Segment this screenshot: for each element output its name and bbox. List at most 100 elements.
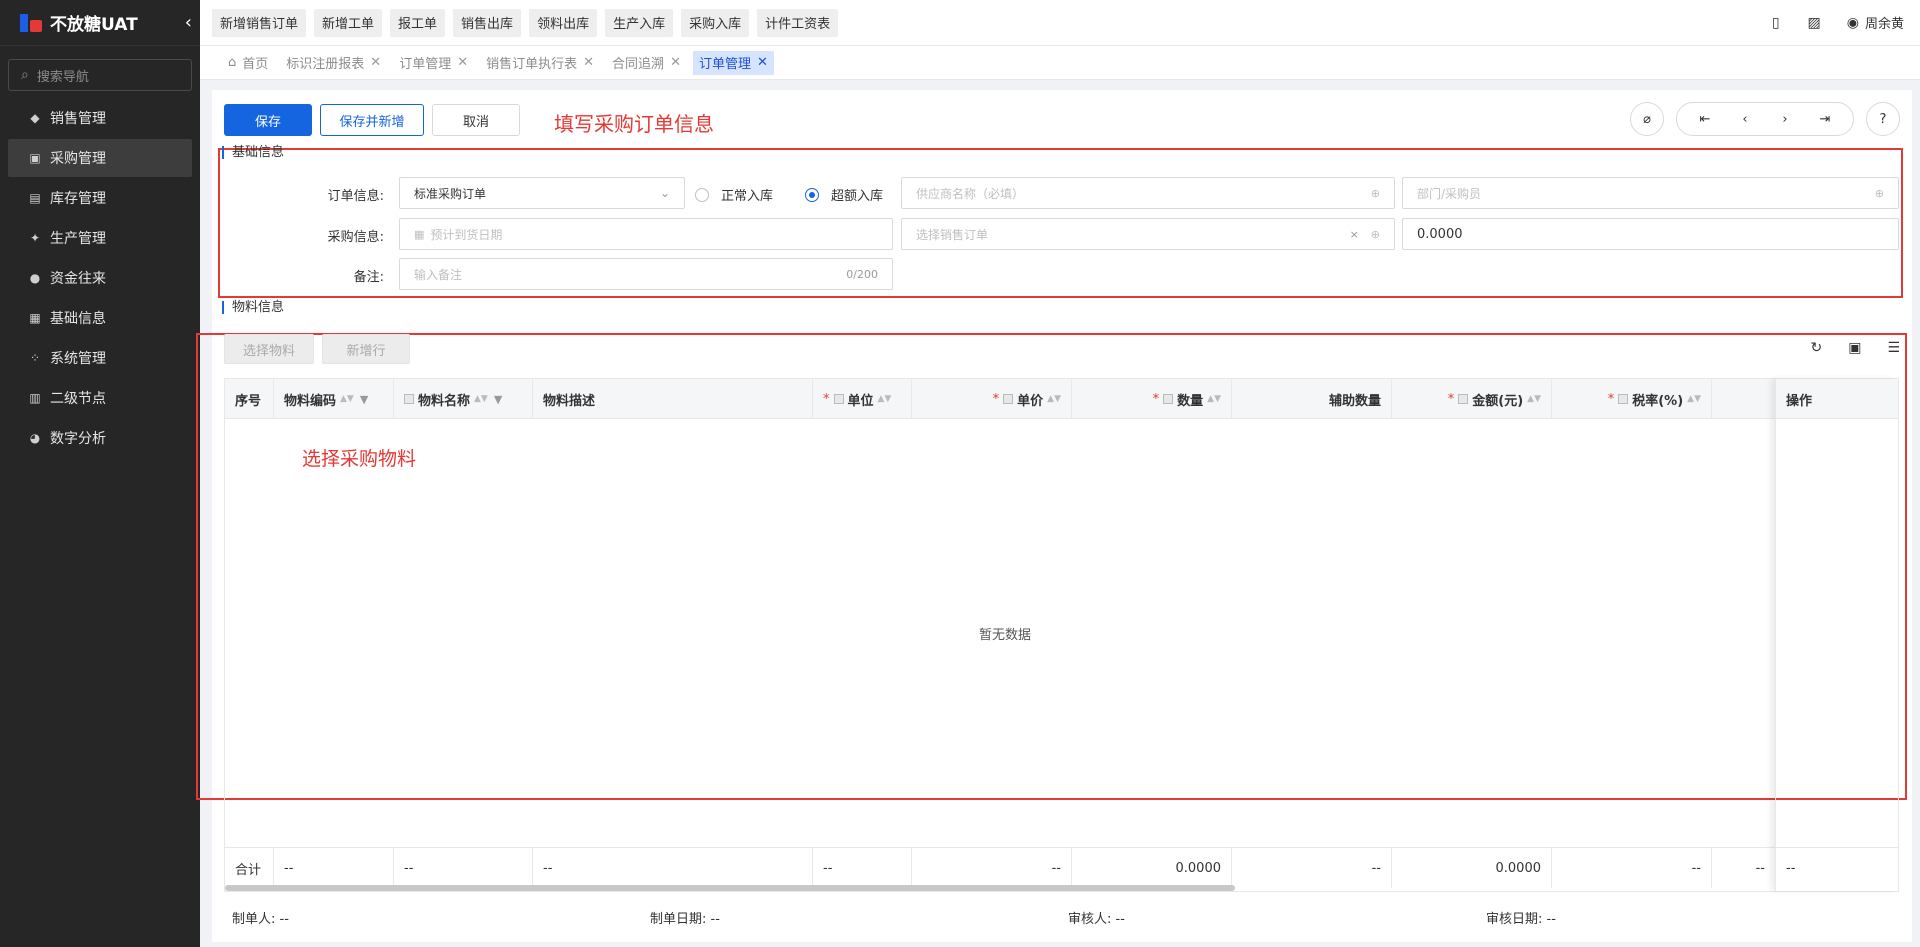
column-header-material-name[interactable]: 物料名称 ▲▼ ▼	[394, 379, 533, 419]
collapse-sidebar-icon[interactable]: ‹	[185, 12, 192, 33]
tab-order-management-active[interactable]: 订单管理 ✕	[692, 50, 774, 75]
sort-icon[interactable]: ▲▼	[878, 394, 892, 404]
sort-icon[interactable]: ▲▼	[340, 394, 354, 404]
close-icon[interactable]: ✕	[370, 55, 381, 70]
quick-material-outbound-button[interactable]: 领料出库	[529, 8, 598, 37]
order-info-label: 订单信息:	[327, 189, 384, 204]
amount-input[interactable]: 0.0000	[1402, 218, 1899, 250]
empty-state: 暂无数据	[978, 627, 1031, 643]
nav-item-funds[interactable]: ● 资金往来	[8, 259, 192, 297]
quick-report-button[interactable]: 报工单	[390, 8, 446, 37]
summary-cell: --	[912, 848, 1072, 888]
nav-item-analytics[interactable]: ◕ 数字分析	[8, 419, 192, 457]
first-record-icon[interactable]: ⇤	[1685, 112, 1725, 127]
clear-icon[interactable]: ×	[1350, 228, 1359, 241]
sort-icon[interactable]: ▲▼	[1687, 394, 1701, 404]
nav-search-input[interactable]: ⌕ 搜索导航	[8, 59, 192, 91]
prev-record-icon[interactable]: ‹	[1725, 112, 1765, 127]
column-settings-icon[interactable]: ☰	[1887, 340, 1900, 356]
filter-icon[interactable]: ▼	[494, 393, 502, 406]
nav-item-sales[interactable]: ◆ 销售管理	[8, 99, 192, 137]
search-icon[interactable]: ⊕	[1371, 228, 1380, 241]
close-icon[interactable]: ✕	[670, 55, 681, 70]
image-settings-icon[interactable]: ▣	[1848, 340, 1861, 356]
sort-icon[interactable]: ▲▼	[1207, 394, 1221, 404]
tab-sales-order-execution[interactable]: 销售订单执行表 ✕	[480, 51, 600, 75]
edit-icon	[1458, 394, 1469, 404]
quick-new-sales-order-button[interactable]: 新增销售订单	[212, 8, 307, 37]
tab-id-register-report[interactable]: 标识注册报表 ✕	[280, 51, 387, 75]
user-icon[interactable]: ◉	[1847, 15, 1859, 31]
search-icon[interactable]: ⊕	[1371, 187, 1380, 200]
quick-purchase-inbound-button[interactable]: 采购入库	[681, 8, 750, 37]
mobile-icon[interactable]: ▯	[1772, 15, 1780, 31]
document-icon: ▥	[29, 391, 41, 405]
filter-icon[interactable]: ▼	[360, 393, 368, 406]
column-header-unit-price[interactable]: * 单价 ▲▼	[912, 379, 1072, 419]
close-icon[interactable]: ✕	[757, 55, 768, 70]
attachment-icon[interactable]: ⌀	[1630, 102, 1664, 136]
user-name[interactable]: 周余黄	[1865, 13, 1904, 32]
nav-item-basic-info[interactable]: ▦ 基础信息	[8, 299, 192, 337]
sort-icon[interactable]: ▲▼	[1047, 394, 1061, 404]
money-icon: ●	[29, 271, 41, 285]
summary-cell: --	[1232, 848, 1392, 888]
cancel-button[interactable]: 取消	[432, 104, 520, 136]
radio-over-inbound[interactable]: 超额入库	[805, 185, 883, 204]
sidebar: 不放糖UAT ‹ ⌕ 搜索导航 ◆ 销售管理 ▣ 采购管理 ▤ 库存管理 ✦ 生产管理 …	[0, 0, 200, 947]
sort-icon[interactable]: ▲▼	[1527, 394, 1541, 404]
save-button[interactable]: 保存	[224, 104, 312, 136]
quick-piece-wage-button[interactable]: 计件工资表	[757, 8, 839, 37]
search-icon[interactable]: ⊕	[1875, 187, 1884, 200]
remark-input[interactable]: 输入备注 0/200	[399, 258, 893, 290]
refresh-icon[interactable]: ↻	[1810, 340, 1822, 356]
quick-new-work-order-button[interactable]: 新增工单	[314, 8, 383, 37]
tag-icon: ◆	[30, 111, 40, 125]
nav-item-purchase[interactable]: ▣ 采购管理	[8, 139, 192, 177]
tab-home[interactable]: ⌂ 首页	[222, 51, 274, 75]
column-header-material-code[interactable]: 物料编码 ▲▼ ▼	[274, 379, 394, 419]
summary-cell: --	[274, 848, 394, 888]
summary-cell: --	[1552, 848, 1712, 888]
annotation-fill-info: 填写采购订单信息	[554, 112, 714, 136]
department-buyer-input[interactable]: 部门/采购员 ⊕	[1402, 177, 1899, 209]
last-record-icon[interactable]: ⇥	[1805, 112, 1845, 127]
next-record-icon[interactable]: ›	[1765, 112, 1805, 127]
nav-item-secondary[interactable]: ▥ 二级节点	[8, 379, 192, 417]
select-material-button[interactable]: 选择物料	[224, 334, 314, 364]
settings-icon: ⁘	[29, 351, 41, 365]
top-right-tools: ▯ ▨ ◉ 周余黄	[1744, 13, 1920, 33]
tab-order-management[interactable]: 订单管理 ✕	[393, 51, 474, 75]
horizontal-scrollbar[interactable]	[225, 885, 1235, 891]
sales-order-select[interactable]: 选择销售订单 × ⊕	[901, 218, 1395, 250]
column-header-index: 序号	[225, 379, 274, 419]
expected-arrival-date-input[interactable]: ▦ 预计到货日期	[399, 218, 893, 250]
column-header-amount[interactable]: * 金额(元) ▲▼	[1392, 379, 1552, 419]
home-icon: ⌂	[228, 55, 237, 70]
help-icon[interactable]: ?	[1866, 102, 1900, 136]
save-and-new-button[interactable]: 保存并新增	[320, 104, 424, 136]
main-content: 保存 保存并新增 取消 填写采购订单信息 ⌀ ⇤ ‹ › ⇥ ? 基础信息 订单…	[196, 90, 1912, 942]
column-header-tax-rate[interactable]: * 税率(%) ▲▼	[1552, 379, 1712, 419]
quick-production-inbound-button[interactable]: 生产入库	[605, 8, 674, 37]
add-row-button[interactable]: 新增行	[322, 334, 410, 364]
radio-normal-inbound[interactable]: 正常入库	[695, 185, 773, 204]
edit-icon	[1163, 394, 1174, 404]
nav-item-production[interactable]: ✦ 生产管理	[8, 219, 192, 257]
column-header-quantity[interactable]: * 数量 ▲▼	[1072, 379, 1232, 419]
image-icon[interactable]: ▨	[1808, 15, 1821, 31]
tab-contract-trace[interactable]: 合同追溯 ✕	[606, 51, 687, 75]
supplier-input[interactable]: 供应商名称（必填） ⊕	[901, 177, 1395, 209]
sort-icon[interactable]: ▲▼	[474, 394, 488, 404]
close-icon[interactable]: ✕	[457, 55, 468, 70]
nav-item-inventory[interactable]: ▤ 库存管理	[8, 179, 192, 217]
column-header-unit[interactable]: * 单位 ▲▼	[813, 379, 912, 419]
order-type-select[interactable]: 标准采购订单 ⌄	[399, 177, 685, 209]
table-tools: ↻ ▣ ☰	[1784, 340, 1900, 356]
table-footer-summary: 合计 -- -- -- -- -- 0.0000 -- 0.0000 -- --…	[225, 847, 1898, 888]
quick-sales-outbound-button[interactable]: 销售出库	[453, 8, 522, 37]
actions-column	[1775, 379, 1898, 891]
nav-item-system[interactable]: ⁘ 系统管理	[8, 339, 192, 377]
close-icon[interactable]: ✕	[583, 55, 594, 70]
section-title-materials: 物料信息	[222, 301, 284, 314]
